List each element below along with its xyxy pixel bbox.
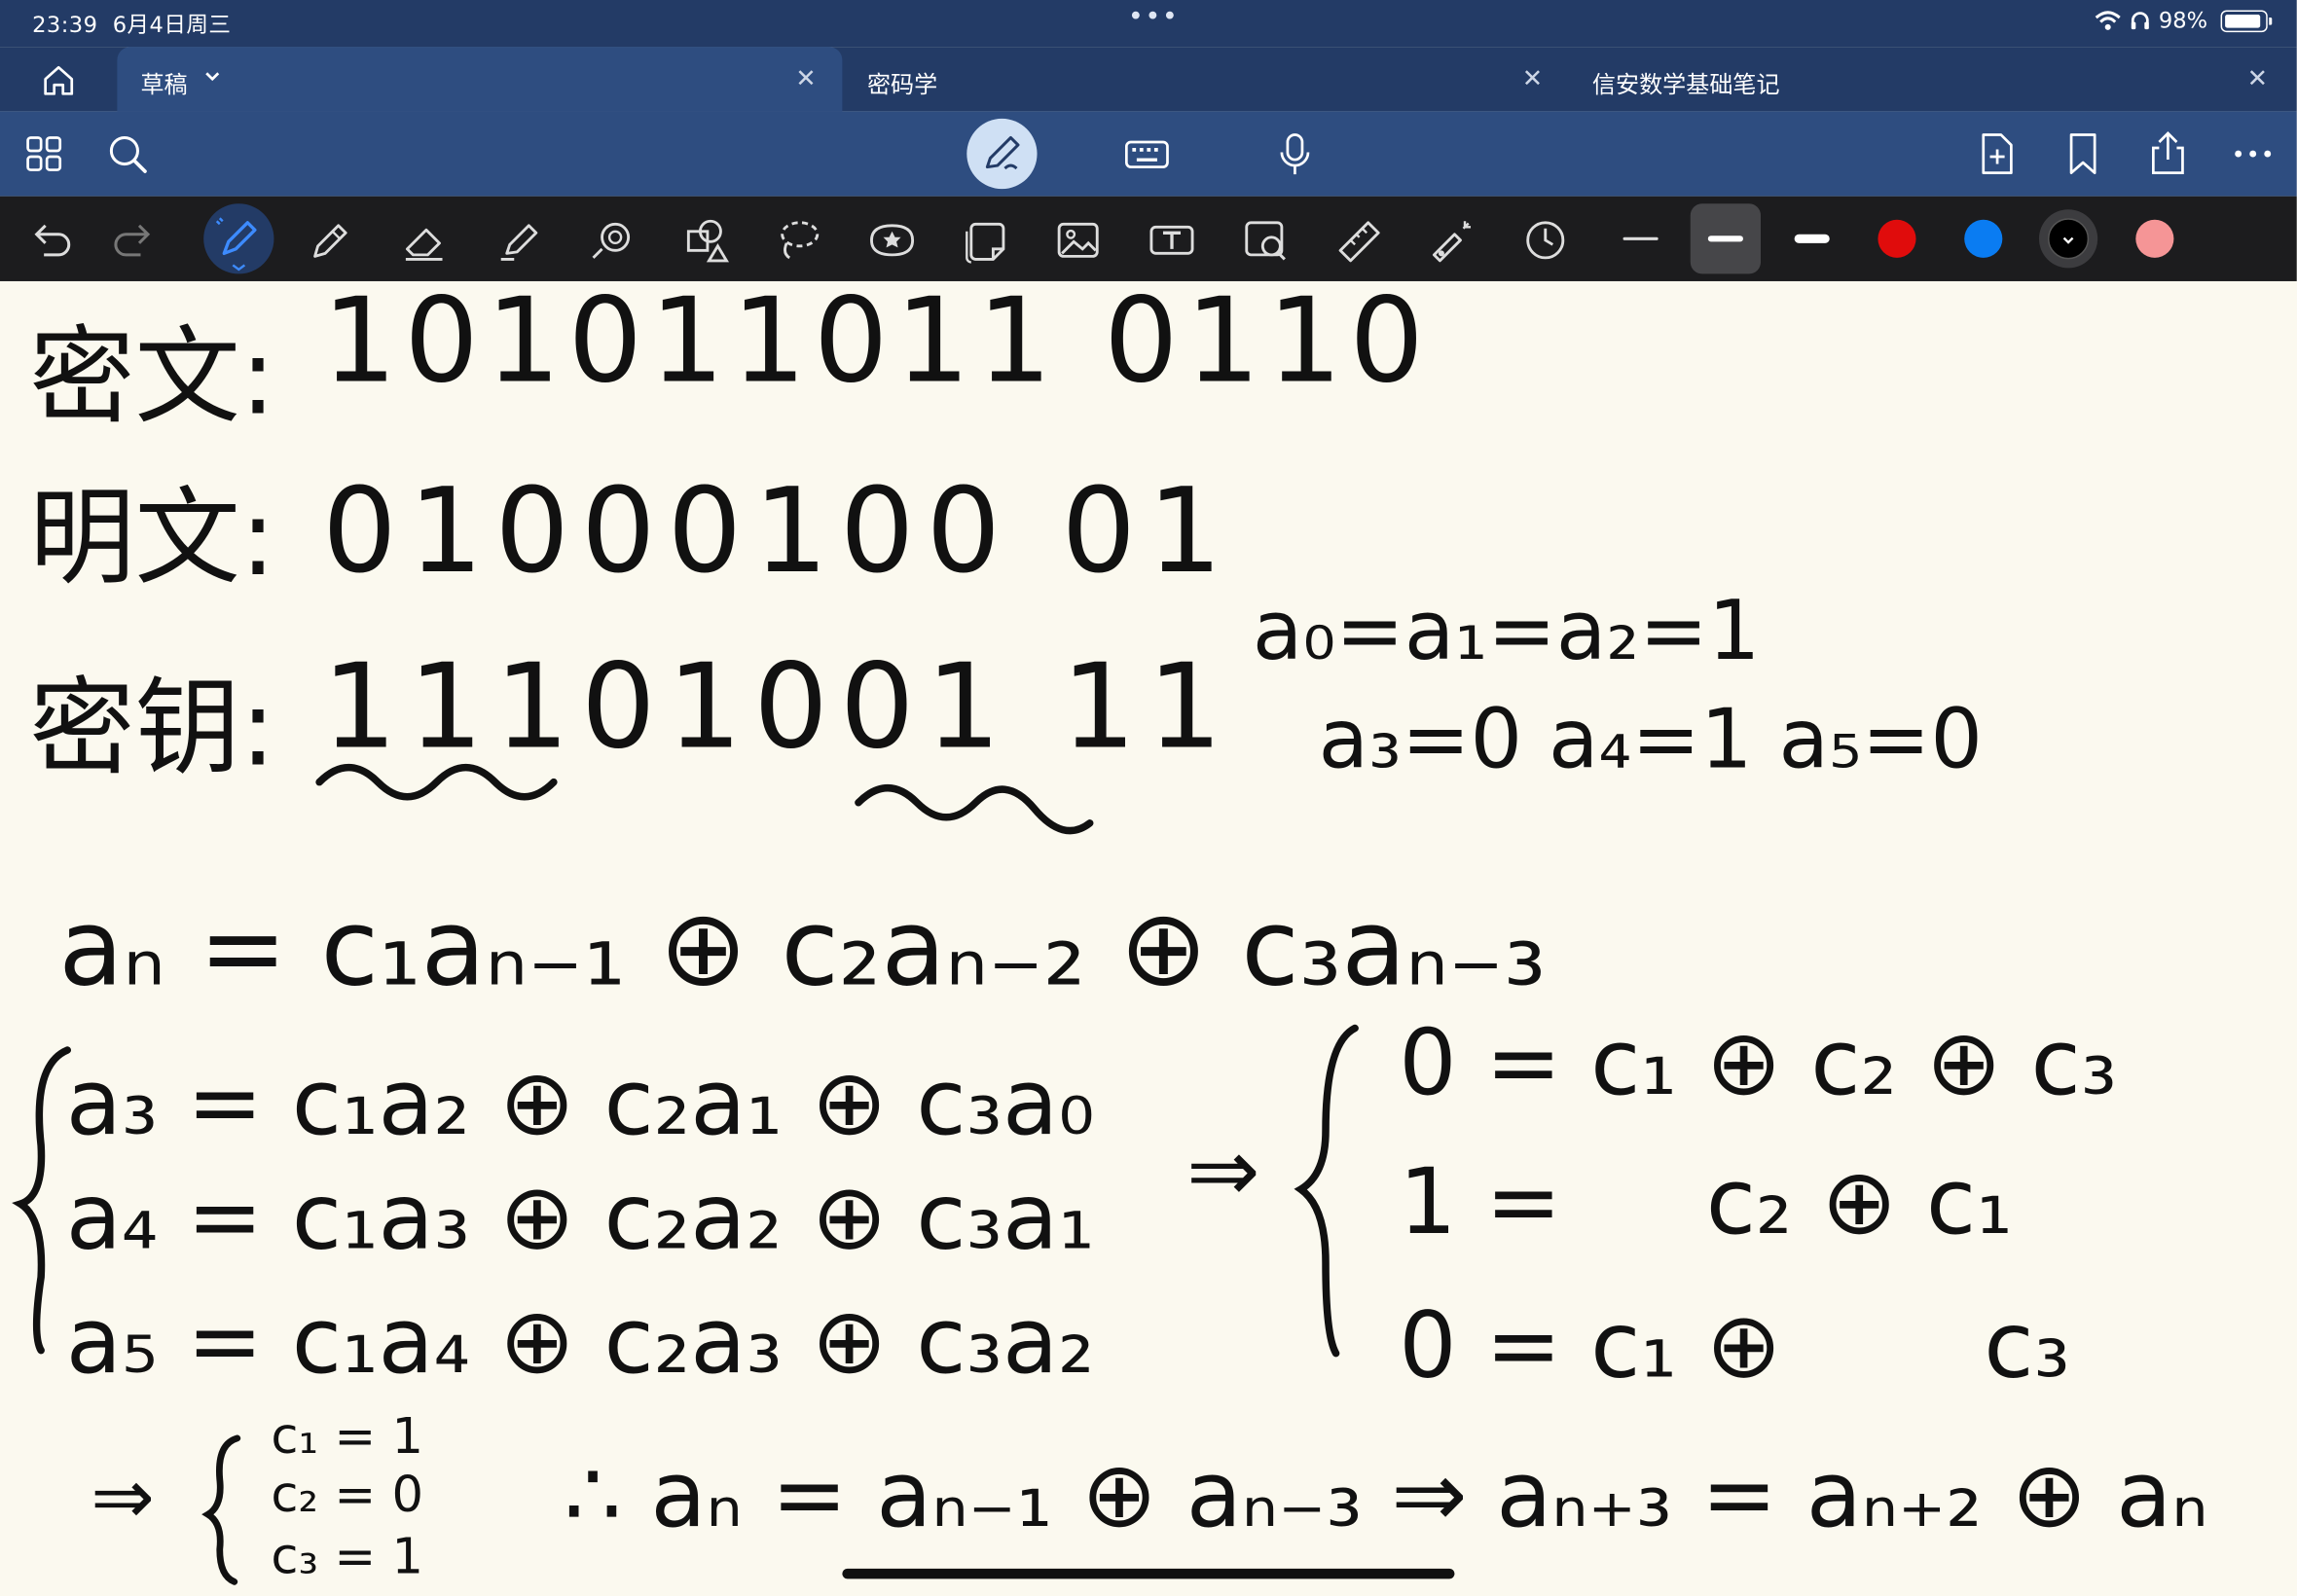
tab-math-notes[interactable]: 信安数学基础笔记 ✕ <box>1569 47 2297 111</box>
eraser-icon[interactable] <box>398 214 451 267</box>
tab-bar: 草稿 ✕ 密码学 ✕ 信安数学基础笔记 ✕ <box>0 47 2297 112</box>
plaintext-bits: 01000100 01 <box>322 463 1234 599</box>
home-icon[interactable] <box>32 61 85 99</box>
pencil-mode-button[interactable] <box>966 118 1038 190</box>
more-icon[interactable] <box>2228 128 2278 178</box>
battery-icon <box>2220 9 2273 32</box>
goodnotes-app: 23:39 6月4日周三 ••• 98% 草稿 ✕ 密码学 ✕ 信安数学基础笔记… <box>0 0 2297 1596</box>
solution-c3: c₃ = 1 <box>271 1528 423 1585</box>
recurrence-formula: aₙ = c₁aₙ₋₁ ⊕ c₂aₙ₋₂ ⊕ c₃aₙ₋₃ <box>58 886 1546 1009</box>
width-thick-option[interactable] <box>1794 234 1830 243</box>
solution-c1: c₁ = 1 <box>271 1408 423 1466</box>
system-left-line: a₃ = c₁a₂ ⊕ c₂a₁ ⊕ c₃a₀ <box>66 1050 1095 1156</box>
wifi-icon <box>2095 11 2121 30</box>
plaintext-label: 明文: <box>29 476 275 599</box>
lasso-icon[interactable] <box>772 214 824 267</box>
recent-icon[interactable] <box>1519 214 1572 267</box>
image-icon[interactable] <box>1052 214 1105 267</box>
solution-c2: c₂ = 0 <box>271 1467 423 1524</box>
top-toolbar <box>0 111 2297 197</box>
text-icon[interactable] <box>1146 214 1198 267</box>
system-right-line: 1 = c₂ ⊕ c₁ <box>1399 1149 2012 1255</box>
tool-toolbar <box>0 196 2297 281</box>
pen-icon <box>215 217 257 272</box>
color-black-swatch[interactable] <box>2038 209 2098 269</box>
tab-draft[interactable]: 草稿 ✕ <box>117 47 843 112</box>
microphone-icon[interactable] <box>1270 128 1320 178</box>
key-underline-wave <box>855 784 1094 835</box>
system-right-line: 0 = c₁ ⊕ c₃ <box>1399 1293 2070 1399</box>
color-pink-swatch[interactable] <box>2135 219 2174 258</box>
implies-arrow: ⇒ <box>91 1453 155 1542</box>
right-brace <box>1294 1024 1359 1358</box>
highlighter-icon[interactable] <box>493 214 546 267</box>
key-label: 密钥: <box>29 667 275 790</box>
multitasking-dots[interactable]: ••• <box>1128 2 1179 33</box>
tab-cryptography[interactable]: 密码学 ✕ <box>844 47 1569 111</box>
color-red-swatch[interactable] <box>1878 219 1916 258</box>
search-icon[interactable] <box>102 128 152 178</box>
laser-pointer-icon[interactable] <box>1425 214 1477 267</box>
width-medium-option[interactable] <box>1690 203 1762 274</box>
system-left-line: a₄ = c₁a₃ ⊕ c₂a₂ ⊕ c₃a₁ <box>66 1164 1095 1270</box>
system-left-line: a₅ = c₁a₄ ⊕ c₂a₃ ⊕ c₃a₂ <box>66 1288 1095 1395</box>
init-values-line-2: a₃=0 a₄=1 a₅=0 <box>1319 692 1983 787</box>
close-tab-icon[interactable]: ✕ <box>1522 64 1543 93</box>
pencil-icon[interactable] <box>304 214 356 267</box>
redo-icon[interactable] <box>108 214 161 267</box>
grid-icon[interactable] <box>19 128 69 178</box>
implies-arrow: ⇒ <box>1186 1120 1260 1222</box>
color-blue-swatch[interactable] <box>1964 219 2003 258</box>
status-right: 98% <box>2095 7 2273 34</box>
pen-tool-button[interactable] <box>203 203 274 274</box>
home-indicator[interactable] <box>842 1568 1455 1579</box>
sticker-icon[interactable] <box>865 214 918 267</box>
init-values-line-1: a₀=a₁=a₂=1 <box>1253 583 1761 678</box>
key-bits: 11101001 11 <box>322 639 1234 776</box>
status-time: 23:39 6月4日周三 <box>32 12 232 39</box>
close-tab-icon[interactable]: ✕ <box>2247 64 2268 93</box>
note-canvas[interactable]: 密文: 101011011 0110 明文: 01000100 01 密钥: 1… <box>0 281 2297 1596</box>
ciphertext-label: 密文: <box>29 314 275 438</box>
share-icon[interactable] <box>2143 128 2193 178</box>
status-bar: 23:39 6月4日周三 ••• 98% <box>0 0 2297 48</box>
chevron-down-icon[interactable] <box>202 66 223 87</box>
battery-percent: 98% <box>2158 7 2208 34</box>
close-tab-icon[interactable]: ✕ <box>795 64 816 93</box>
keyboard-icon[interactable] <box>1122 128 1172 178</box>
chevron-down-icon <box>2062 236 2074 244</box>
add-page-icon[interactable] <box>1972 128 2022 178</box>
element-icon[interactable] <box>679 214 732 267</box>
solution-brace <box>201 1434 241 1585</box>
shape-icon[interactable] <box>586 214 638 267</box>
pencil-mode-icon <box>985 135 1020 170</box>
undo-icon[interactable] <box>23 214 76 267</box>
ruler-icon[interactable] <box>1333 214 1386 267</box>
left-brace <box>12 1046 71 1355</box>
bookmark-icon[interactable] <box>2059 128 2108 178</box>
ciphertext-bits: 101011011 0110 <box>322 281 1431 409</box>
zoom-window-icon[interactable] <box>1239 214 1292 267</box>
headphones-icon <box>2131 12 2149 30</box>
conclusion-formula: ∴ aₙ = aₙ₋₁ ⊕ aₙ₋₃ ⇒ aₙ₊₃ = aₙ₊₂ ⊕ aₙ <box>564 1442 2207 1548</box>
width-thin-option[interactable] <box>1622 236 1659 240</box>
sticky-note-icon[interactable] <box>960 214 1012 267</box>
system-right-line: 0 = c₁ ⊕ c₂ ⊕ c₃ <box>1399 1010 2117 1116</box>
